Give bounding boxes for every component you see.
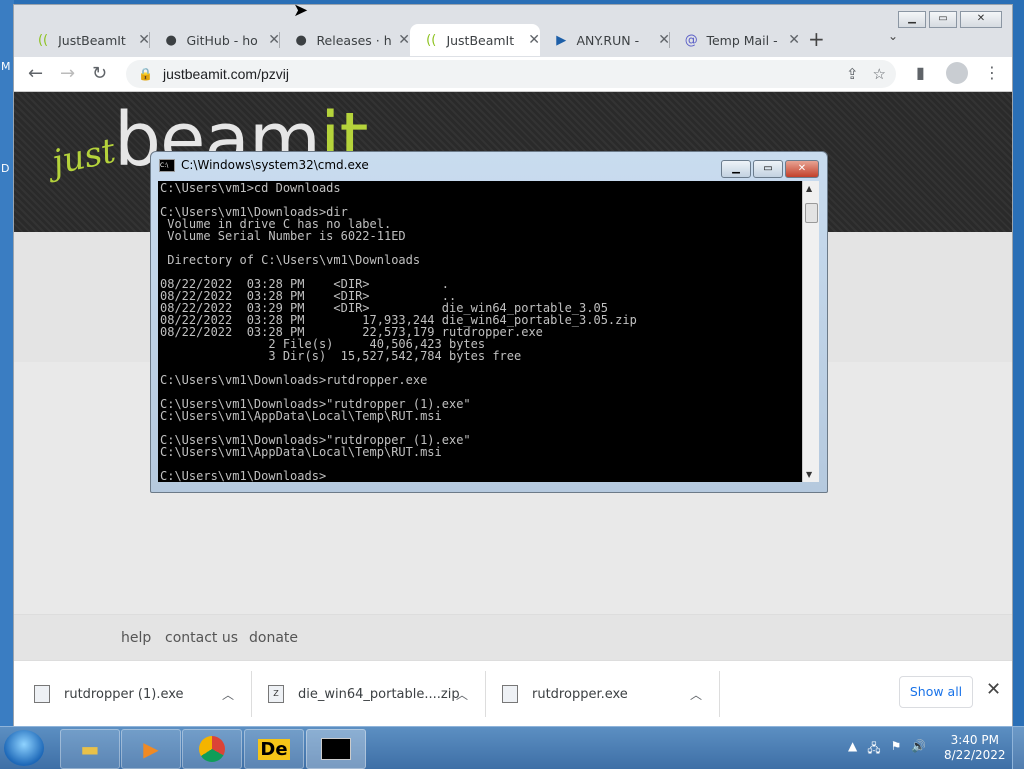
tab-search-button[interactable]: ⌄ — [888, 29, 898, 43]
minimize-button[interactable]: ▁ — [898, 11, 926, 28]
bookmark-star-icon[interactable]: ☆ — [873, 65, 886, 83]
reload-icon[interactable]: ↻ — [92, 63, 107, 84]
close-tab-icon[interactable]: ✕ — [398, 32, 410, 48]
chevron-up-icon[interactable]: ︿ — [456, 686, 468, 703]
chevron-up-icon[interactable]: ︿ — [690, 686, 702, 703]
desktop-edge: M D — [0, 0, 14, 726]
explorer-icon[interactable]: ▬ — [60, 729, 120, 769]
tab-anyrun[interactable]: ▶ ANY.RUN - ✕ — [540, 24, 670, 56]
donate-link[interactable]: donate — [249, 630, 298, 646]
window-controls: ▁ ▭ ✕ — [898, 11, 1002, 28]
minimize-button[interactable]: ▁ — [721, 160, 751, 178]
flag-icon[interactable]: ⚑ — [891, 739, 902, 760]
close-tab-icon[interactable]: ✕ — [528, 32, 540, 48]
download-item[interactable]: rutdropper.exe ︿ — [502, 661, 717, 727]
scroll-down-icon[interactable]: ▼ — [806, 470, 812, 479]
tab-justbeamit-active[interactable]: (( JustBeamIt ✕ — [410, 24, 540, 56]
desktop-letter: M — [1, 60, 11, 73]
tab-justbeamit-1[interactable]: (( JustBeamIt ✕ — [22, 24, 150, 56]
tab-label: JustBeamIt — [58, 32, 126, 48]
cmd-title: C:\Windows\system32\cmd.exe — [181, 158, 369, 172]
tab-strip: ▁ ▭ ✕ (( JustBeamIt ✕ ● GitHub - ho ✕ ● … — [14, 5, 1012, 57]
tab-label: Temp Mail - — [706, 32, 778, 48]
tab-github[interactable]: ● GitHub - ho ✕ — [150, 24, 280, 56]
github-icon: ● — [165, 32, 177, 48]
scrollbar[interactable]: ▲ ▼ — [802, 181, 819, 482]
tab-label: Releases · h — [316, 32, 392, 48]
die-icon[interactable]: De — [244, 729, 304, 769]
url-text[interactable]: justbeamit.com/pzvij — [163, 66, 289, 82]
exe-file-icon — [34, 685, 50, 703]
help-link[interactable]: help — [121, 630, 151, 646]
download-filename: die_win64_portable....zip — [298, 686, 460, 702]
new-tab-button[interactable]: + — [808, 27, 825, 51]
die-label: De — [258, 738, 290, 760]
cmd-title-bar[interactable]: C:\ C:\Windows\system32\cmd.exe — [159, 158, 369, 172]
download-shelf: rutdropper (1).exe ︿ Z die_win64_portabl… — [14, 660, 1012, 727]
justbeamit-icon: (( — [37, 32, 49, 48]
tray-expand-icon[interactable]: ▲ — [848, 739, 857, 760]
close-icon[interactable]: ✕ — [986, 679, 1001, 700]
github-icon: ● — [295, 32, 307, 48]
chevron-up-icon[interactable]: ︿ — [222, 686, 234, 703]
tab-tempmail[interactable]: @ Temp Mail - ✕ — [670, 24, 800, 56]
address-bar[interactable]: 🔒 justbeamit.com/pzvij ⇪ ☆ — [126, 60, 896, 88]
avatar[interactable] — [946, 62, 968, 84]
volume-icon[interactable]: 🔊 — [911, 739, 926, 760]
start-button[interactable] — [4, 730, 44, 766]
download-filename: rutdropper (1).exe — [64, 686, 184, 702]
close-window-button[interactable]: ✕ — [785, 160, 819, 178]
download-item[interactable]: rutdropper (1).exe ︿ — [34, 661, 249, 727]
zip-file-icon: Z — [268, 685, 284, 703]
exe-file-icon — [502, 685, 518, 703]
justbeamit-icon: (( — [426, 32, 437, 48]
close-tab-icon[interactable]: ✕ — [788, 32, 800, 48]
scroll-up-icon[interactable]: ▲ — [806, 184, 812, 193]
site-footer: help contact us donate — [14, 614, 1012, 660]
show-desktop-button[interactable] — [1012, 727, 1024, 769]
close-window-button[interactable]: ✕ — [960, 11, 1002, 28]
clock-date: 8/22/2022 — [944, 748, 1006, 762]
mouse-cursor-icon: ➤ — [293, 0, 309, 21]
back-icon[interactable]: ← — [28, 63, 43, 84]
download-item[interactable]: Z die_win64_portable....zip ︿ — [268, 661, 483, 727]
forward-icon[interactable]: → — [60, 63, 75, 84]
media-player-icon[interactable]: ▶ — [121, 729, 181, 769]
clock[interactable]: 3:40 PM 8/22/2022 — [944, 733, 1006, 763]
system-tray: ▲ 🖧 ⚑ 🔊 — [848, 739, 926, 760]
show-all-button[interactable]: Show all — [899, 676, 973, 708]
anyrun-icon: ▶ — [556, 32, 567, 48]
download-filename: rutdropper.exe — [532, 686, 628, 702]
tab-releases[interactable]: ● Releases · h ✕ — [280, 24, 410, 56]
maximize-button[interactable]: ▭ — [929, 11, 957, 28]
menu-kebab-icon[interactable]: ⋮ — [984, 63, 1000, 82]
network-icon[interactable]: 🖧 — [867, 739, 880, 760]
cmd-window[interactable]: C:\ C:\Windows\system32\cmd.exe ▁ ▭ ✕ C:… — [150, 151, 828, 493]
tab-label: JustBeamIt — [446, 32, 515, 48]
cmd-icon: C:\ — [159, 158, 175, 172]
share-icon[interactable]: ⇪ — [846, 65, 859, 83]
lock-icon[interactable]: 🔒 — [138, 67, 153, 81]
tempmail-icon: @ — [684, 32, 698, 48]
maximize-button[interactable]: ▭ — [753, 160, 783, 178]
chrome-icon[interactable] — [182, 729, 242, 769]
clock-time: 3:40 PM — [950, 733, 999, 747]
tab-label: GitHub - ho — [186, 32, 258, 48]
side-panel-icon[interactable]: ▮ — [916, 63, 925, 82]
console-text: C:\Users\vm1>cd Downloads C:\Users\vm1\D… — [160, 181, 637, 482]
taskbar: ▬ ▶ De ▲ 🖧 ⚑ 🔊 3:40 PM 8/22/2022 — [0, 726, 1024, 769]
scrollbar-thumb[interactable] — [805, 203, 818, 223]
logo-just: just — [48, 130, 120, 184]
desktop-letter: D — [1, 162, 10, 175]
browser-toolbar: ← → ↻ 🔒 justbeamit.com/pzvij ⇪ ☆ ▮ ⋮ — [14, 57, 1012, 92]
profile-avatar[interactable] — [946, 62, 968, 84]
console-output[interactable]: C:\Users\vm1>cd Downloads C:\Users\vm1\D… — [158, 181, 802, 482]
tab-label: ANY.RUN - — [576, 32, 640, 48]
contact-link[interactable]: contact us — [165, 630, 238, 646]
cmd-taskbar-icon[interactable] — [306, 729, 366, 769]
